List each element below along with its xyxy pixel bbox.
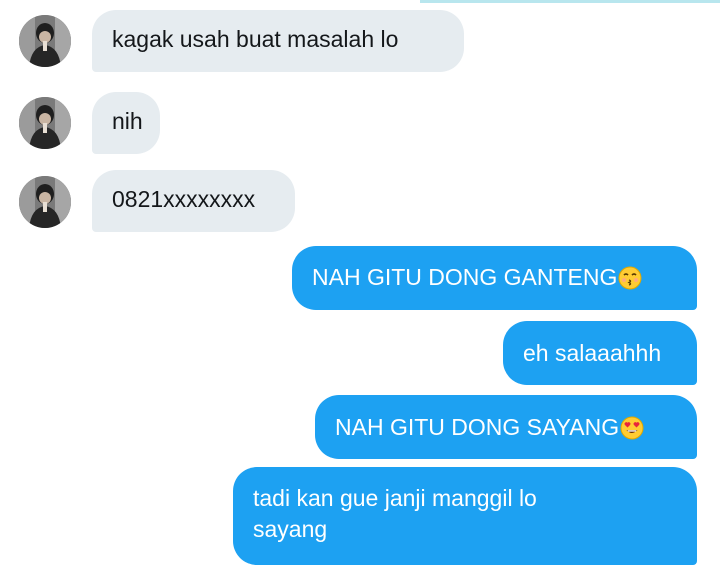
message-bubble-incoming[interactable]: nih <box>92 92 160 154</box>
message-text: NAH GITU DONG SAYANG <box>335 414 620 440</box>
message-bubble-outgoing[interactable]: tadi kan gue janji manggil lo sayang <box>233 467 697 565</box>
message-bubble-outgoing[interactable]: eh salaaahhh <box>503 321 697 385</box>
avatar[interactable] <box>19 97 71 149</box>
profile-photo-icon <box>19 15 71 67</box>
message-bubble-outgoing[interactable]: NAH GITU DONG GANTENG <box>292 246 697 310</box>
heart-eyes-face-icon <box>620 416 644 440</box>
avatar[interactable] <box>19 15 71 67</box>
avatar[interactable] <box>19 176 71 228</box>
profile-photo-icon <box>19 176 71 228</box>
message-bubble-incoming[interactable]: kagak usah buat masalah lo <box>92 10 464 72</box>
message-text: eh salaaahhh <box>523 340 662 366</box>
profile-photo-icon <box>19 97 71 149</box>
message-text: nih <box>112 108 143 134</box>
conversation-top-divider <box>420 0 720 3</box>
message-text: NAH GITU DONG GANTENG <box>312 264 618 290</box>
message-bubble-outgoing[interactable]: NAH GITU DONG SAYANG <box>315 395 697 459</box>
kissing-face-icon <box>618 266 642 290</box>
message-text-line: sayang <box>253 516 328 542</box>
message-text: kagak usah buat masalah lo <box>112 26 399 52</box>
message-text-line: tadi kan gue janji manggil lo <box>253 485 537 511</box>
message-bubble-incoming[interactable]: 0821xxxxxxxx <box>92 170 295 232</box>
message-text: 0821xxxxxxxx <box>112 186 256 212</box>
